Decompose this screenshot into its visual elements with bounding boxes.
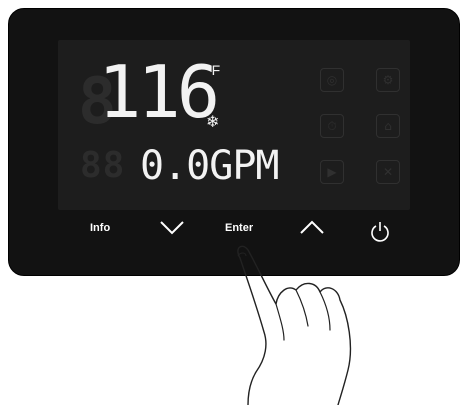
cycle-icon: ◎ [320, 68, 344, 92]
snowflake-icon: ❄ [206, 114, 220, 131]
flow-readout: 0.0GPM [140, 143, 280, 189]
flow-value: 0.0 [140, 143, 210, 189]
timer-icon: ⏱ [320, 114, 344, 138]
lcd-icon-grid: ◎ ⚙ ⏱ ⌂ ▶ ✕ [314, 66, 410, 196]
home-icon: ⌂ [376, 114, 400, 138]
temperature-unit: °F [206, 62, 221, 78]
pointing-hand-illustration [237, 245, 352, 405]
info-button[interactable]: Info [90, 222, 110, 234]
play-icon: ▶ [320, 160, 344, 184]
tools-icon: ✕ [376, 160, 400, 184]
ghost-flow-digits: 88 [80, 145, 126, 186]
enter-button[interactable]: Enter [225, 222, 253, 234]
temperature-readout: 116 [98, 50, 220, 134]
flow-unit: GPM [209, 143, 279, 189]
chevron-up-icon[interactable] [298, 218, 326, 236]
settings-icon: ⚙ [376, 68, 400, 92]
chevron-down-icon[interactable] [158, 218, 186, 236]
